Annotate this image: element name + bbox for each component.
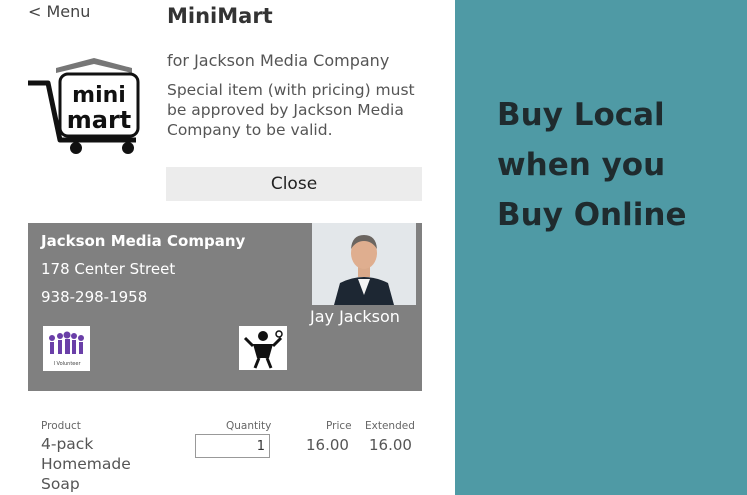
approval-notice: Special item (with pricing) must be appr… bbox=[167, 81, 415, 139]
tagline-line: Buy Local bbox=[497, 97, 665, 133]
community-icon bbox=[239, 326, 287, 370]
volunteer-caption: I Volunteer bbox=[53, 361, 81, 367]
back-to-menu-link[interactable]: < Menu bbox=[28, 2, 90, 21]
person-photo bbox=[312, 223, 416, 305]
close-button[interactable]: Close bbox=[166, 167, 422, 201]
quantity-input[interactable] bbox=[195, 434, 270, 458]
app-title: MiniMart bbox=[167, 4, 273, 28]
item-extended-total: 16.00 bbox=[369, 436, 412, 454]
logo-text-mini: mini bbox=[72, 83, 126, 108]
quantity-column-header: Quantity bbox=[226, 420, 272, 432]
extended-column-header: Extended bbox=[365, 420, 415, 432]
business-name: Jackson Media Company bbox=[41, 232, 246, 250]
tagline-line: when you bbox=[497, 147, 666, 183]
contact-name: Jay Jackson bbox=[310, 307, 400, 326]
item-price: 16.00 bbox=[306, 436, 349, 454]
tagline-line: Buy Online bbox=[497, 197, 687, 233]
minimart-cart-logo: mini mart bbox=[28, 58, 140, 154]
business-card: Jackson Media Company 178 Center Street … bbox=[28, 223, 422, 391]
promo-panel: Buy Local when you Buy Online bbox=[455, 0, 747, 495]
logo-text-mart: mart bbox=[67, 106, 132, 134]
product-column-header: Product bbox=[41, 420, 81, 432]
business-phone: 938-298-1958 bbox=[41, 288, 148, 306]
store-subtitle: for Jackson Media Company bbox=[167, 51, 390, 70]
product-name: 4-pack Homemade Soap bbox=[41, 435, 131, 493]
app-screen: < Menu MiniMart mini mart for Jackson Me… bbox=[0, 0, 455, 495]
price-column-header: Price bbox=[326, 420, 352, 432]
business-address: 178 Center Street bbox=[41, 260, 176, 278]
promo-tagline: Buy Local when you Buy Online bbox=[497, 90, 737, 240]
volunteers-icon: I Volunteer bbox=[43, 326, 90, 371]
